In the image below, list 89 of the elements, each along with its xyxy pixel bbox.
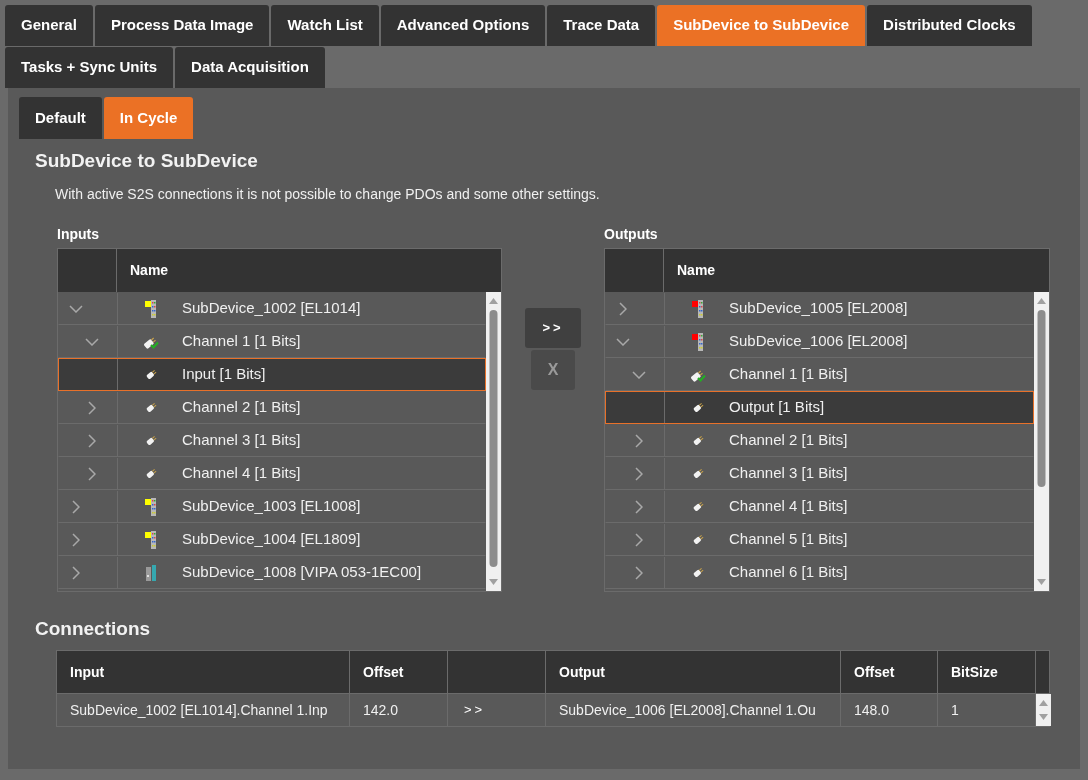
chevron-right-icon[interactable] [88, 433, 96, 448]
chevron-right-icon[interactable] [619, 301, 627, 316]
tree-row[interactable]: Output [1 Bits] [605, 391, 1034, 424]
chevron-right-icon[interactable] [635, 466, 643, 481]
tree-item-label: SubDevice_1003 [EL1008] [182, 496, 361, 517]
column-header: Offset [854, 662, 895, 682]
terminal-icon [692, 332, 704, 351]
table-cell-text: SubDevice_1006 [EL2008].Channel 1.Ou [559, 700, 816, 720]
tree-item-label: Channel 1 [1 Bits] [729, 364, 848, 385]
tree-item-label: Input [1 Bits] [182, 364, 266, 385]
chevron-right-icon[interactable] [72, 499, 80, 514]
tree-row[interactable]: Channel 3 [1 Bits] [58, 424, 486, 457]
tree-row[interactable]: SubDevice_1008 [VIPA 053-1EC00] [58, 556, 486, 589]
tree-item-label: Channel 2 [1 Bits] [729, 430, 848, 451]
tab[interactable]: Tasks + Sync Units [5, 47, 174, 88]
tree-item-label: Channel 2 [1 Bits] [182, 397, 301, 418]
tree-item-label: Channel 5 [1 Bits] [729, 529, 848, 550]
tree-item-label: Channel 3 [1 Bits] [729, 463, 848, 484]
chevron-down-icon[interactable] [616, 337, 630, 346]
note-text: With active S2S connections it is not possible to change PDOs and some other settings. [55, 185, 600, 204]
tab[interactable]: Advanced Options [380, 5, 546, 46]
tree-item-label: Channel 4 [1 Bits] [182, 463, 301, 484]
connect-button[interactable]: >> [525, 308, 581, 348]
tree-row[interactable]: SubDevice_1004 [EL1809] [58, 523, 486, 556]
tree-item-label: SubDevice_1005 [EL2008] [729, 298, 908, 319]
terminal-icon [145, 497, 157, 516]
tree-item-label: SubDevice_1004 [EL1809] [182, 529, 361, 550]
tree-row[interactable]: SubDevice_1006 [EL2008] [605, 325, 1034, 358]
table-cell-text: 1 [951, 700, 959, 720]
tree-row[interactable]: Channel 4 [1 Bits] [605, 490, 1034, 523]
tree-row[interactable]: Channel 2 [1 Bits] [58, 391, 486, 424]
tree-item-label: SubDevice_1008 [VIPA 053-1EC00] [182, 562, 422, 583]
column-header: Name [677, 261, 716, 280]
table-cell-text: SubDevice_1002 [EL1014].Channel 1.Inp [70, 700, 328, 720]
tree-row[interactable]: Input [1 Bits] [58, 358, 486, 391]
tab[interactable]: General [5, 5, 93, 46]
plug-icon [145, 369, 157, 380]
panel-label: Inputs [57, 226, 99, 242]
scrollbar[interactable] [1034, 292, 1049, 591]
tree-item-label: Channel 4 [1 Bits] [729, 496, 848, 517]
tree-item-label: Channel 1 [1 Bits] [182, 331, 301, 352]
terminal-icon [145, 530, 157, 549]
column-header: Name [130, 261, 169, 280]
section-title: Connections [35, 617, 151, 641]
tree-row[interactable]: Channel 3 [1 Bits] [605, 457, 1034, 490]
tree-row[interactable]: SubDevice_1005 [EL2008] [605, 292, 1034, 325]
column-header: Output [559, 662, 605, 682]
tree-row[interactable]: SubDevice_1002 [EL1014] [58, 292, 486, 325]
chevron-right-icon[interactable] [72, 565, 80, 580]
tab[interactable]: Watch List [271, 5, 379, 46]
chevron-right-icon[interactable] [635, 532, 643, 547]
scrollbar[interactable] [1036, 694, 1051, 726]
tab[interactable]: Default [19, 97, 102, 139]
scrollbar[interactable] [486, 292, 501, 591]
tab[interactable]: Data Acquisition [175, 47, 325, 88]
table-cell-text: 142.0 [363, 700, 399, 720]
chevron-right-icon[interactable] [88, 400, 96, 415]
tree-row[interactable]: Channel 5 [1 Bits] [605, 523, 1034, 556]
tree-item-label: Output [1 Bits] [729, 397, 825, 418]
terminal-icon [145, 299, 157, 318]
table-cell-text: 148.0 [854, 700, 890, 720]
chevron-right-icon[interactable] [88, 466, 96, 481]
chevron-down-icon[interactable] [632, 370, 646, 379]
chevron-right-icon[interactable] [635, 565, 643, 580]
chevron-down-icon[interactable] [85, 337, 99, 346]
tree-item-label: Channel 3 [1 Bits] [182, 430, 301, 451]
column-header: Input [70, 662, 105, 682]
chevron-right-icon[interactable] [635, 499, 643, 514]
chevron-right-icon[interactable] [635, 433, 643, 448]
terminal-icon [692, 299, 704, 318]
tree-item-label: SubDevice_1002 [EL1014] [182, 298, 361, 319]
section-title: SubDevice to SubDevice [35, 149, 258, 173]
tree-item-label: SubDevice_1006 [EL2008] [729, 331, 908, 352]
tab[interactable]: Process Data Image [94, 5, 270, 46]
module-icon [146, 564, 156, 581]
panel-label: Outputs [604, 226, 658, 242]
column-header: Offset [363, 662, 404, 682]
tree-row[interactable]: Channel 6 [1 Bits] [605, 556, 1034, 589]
chevron-down-icon[interactable] [69, 304, 83, 313]
tree-row[interactable]: Channel 4 [1 Bits] [58, 457, 486, 490]
column-header: BitSize [951, 662, 998, 682]
tab[interactable]: Trace Data [547, 5, 656, 46]
tree-item-label: Channel 6 [1 Bits] [729, 562, 848, 583]
tree-row[interactable]: SubDevice_1003 [EL1008] [58, 490, 486, 523]
plug-icon [692, 402, 704, 413]
tab[interactable]: Distributed Clocks [867, 5, 1032, 46]
table-cell-text: >> [464, 701, 486, 720]
chevron-right-icon[interactable] [72, 532, 80, 547]
tree-row[interactable]: Channel 2 [1 Bits] [605, 424, 1034, 457]
